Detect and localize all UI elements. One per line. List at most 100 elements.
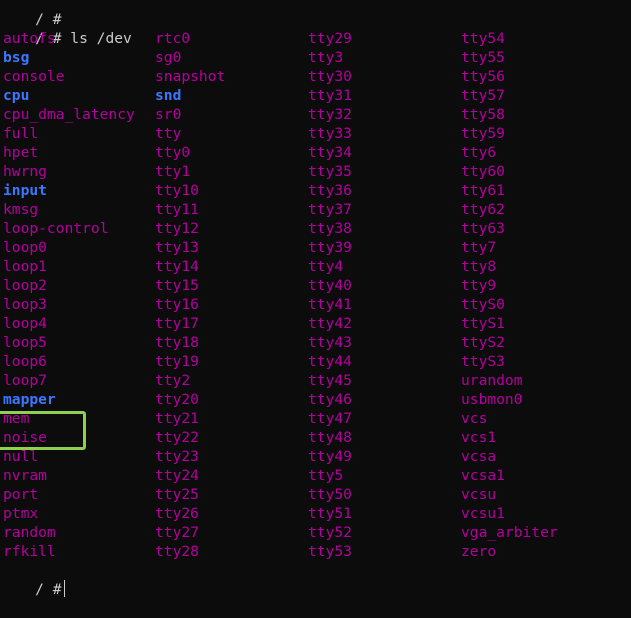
file-entry: tty22 [155,429,199,446]
file-entry: tty23 [155,448,199,465]
file-entry: tty30 [308,68,352,85]
file-entry: tty50 [308,486,352,503]
directory-entry: snd [155,87,182,104]
file-entry: snapshot [155,68,226,85]
file-entry: rtc0 [155,30,191,47]
file-entry: loop-control [3,220,109,237]
file-entry: noise [3,429,47,446]
file-entry: tty12 [155,220,199,237]
listing-row: null tty23 tty49 vcsa [0,447,631,466]
file-entry: tty11 [155,201,199,218]
listing-row: noise tty22 tty48 vcs1 [0,428,631,447]
listing-row: loop7 tty2 tty45 urandom [0,371,631,390]
listing-row: loop6 tty19 tty44 ttyS3 [0,352,631,371]
file-entry: tty62 [461,201,505,218]
file-entry: vcsu [461,486,497,503]
file-entry: vcsa1 [461,467,505,484]
file-entry: loop0 [3,239,47,256]
file-entry: tty44 [308,353,352,370]
file-entry: loop4 [3,315,47,332]
file-entry: tty28 [155,543,199,560]
file-entry: loop6 [3,353,47,370]
listing-row: loop-control tty12 tty38 tty63 [0,219,631,238]
file-entry: nvram [3,467,47,484]
file-entry: vga_arbiter [461,524,558,541]
file-entry: zero [461,543,497,560]
listing-row: hwrng tty1 tty35 tty60 [0,162,631,181]
file-entry: null [3,448,39,465]
command-line: / # ls /dev [0,10,631,47]
file-entry: tty57 [461,87,505,104]
file-entry: ttyS1 [461,315,505,332]
file-entry: tty1 [155,163,191,180]
file-entry: tty49 [308,448,352,465]
file-entry: tty58 [461,106,505,123]
directory-entry: bsg [3,49,30,66]
file-entry: tty60 [461,163,505,180]
file-entry: tty25 [155,486,199,503]
terminal-window[interactable]: / # / # ls /dev autofs rtc0 tty29 tty54 bsg s… [0,0,631,598]
file-entry: tty35 [308,163,352,180]
listing-row: ptmx tty26 tty51 vcsu1 [0,504,631,523]
file-entry: tty53 [308,543,352,560]
file-entry: loop7 [3,372,47,389]
file-entry: ttyS0 [461,296,505,313]
file-entry: tty38 [308,220,352,237]
listing-row: cpu_dma_latency sr0 tty32 tty58 [0,105,631,124]
file-entry: tty20 [155,391,199,408]
file-entry: loop3 [3,296,47,313]
file-entry: mem [3,410,30,427]
file-entry: vcs [461,410,488,427]
file-entry: tty3 [308,49,344,66]
file-entry: hpet [3,144,39,161]
file-entry: random [3,524,56,541]
listing-row: autofs rtc0 tty29 tty54 [0,29,631,48]
listing-row: loop0 tty13 tty39 tty7 [0,238,631,257]
file-entry: vcs1 [461,429,497,446]
listing-row: console snapshot tty30 tty56 [0,67,631,86]
file-entry: urandom [461,372,523,389]
file-entry: tty33 [308,125,352,142]
file-entry: tty40 [308,277,352,294]
file-entry: tty54 [461,30,505,47]
prompt-text: / # [35,11,62,28]
file-entry: tty24 [155,467,199,484]
file-entry: tty7 [461,239,497,256]
file-entry: tty31 [308,87,352,104]
prompt-line: / # [0,0,631,28]
listing-row: loop4 tty17 tty42 ttyS1 [0,314,631,333]
file-entry: tty48 [308,429,352,446]
listing-row: loop5 tty18 tty43 ttyS2 [0,333,631,352]
file-entry: tty21 [155,410,199,427]
listing-row: kmsg tty11 tty37 tty62 [0,200,631,219]
file-entry: loop5 [3,334,47,351]
file-entry: tty6 [461,144,497,161]
active-prompt-line[interactable]: / # [0,561,631,598]
listing-row: hpet tty0 tty34 tty6 [0,143,631,162]
file-entry: console [3,68,65,85]
directory-listing: autofs rtc0 tty29 tty54 bsg sg0 tty3 tty55 conso… [0,29,631,561]
file-entry: tty27 [155,524,199,541]
listing-row: random tty27 tty52 vga_arbiter [0,523,631,542]
listing-row: mapper tty20 tty46 usbmon0 [0,390,631,409]
listing-row: port tty25 tty50 vcsu [0,485,631,504]
active-prompt-text: / # [35,581,62,598]
file-entry: tty18 [155,334,199,351]
file-entry: tty [155,125,182,142]
file-entry: tty52 [308,524,352,541]
file-entry: vcsu1 [461,505,505,522]
file-entry: tty9 [461,277,497,294]
file-entry: tty2 [155,372,191,389]
file-entry: tty36 [308,182,352,199]
file-entry: tty45 [308,372,352,389]
file-entry: tty39 [308,239,352,256]
listing-row: bsg sg0 tty3 tty55 [0,48,631,67]
file-entry: ptmx [3,505,39,522]
file-entry: tty34 [308,144,352,161]
file-entry: vcsa [461,448,497,465]
file-entry: cpu_dma_latency [3,106,135,123]
file-entry: tty5 [308,467,344,484]
text-cursor [63,580,65,597]
file-entry: tty4 [308,258,344,275]
file-entry: tty8 [461,258,497,275]
